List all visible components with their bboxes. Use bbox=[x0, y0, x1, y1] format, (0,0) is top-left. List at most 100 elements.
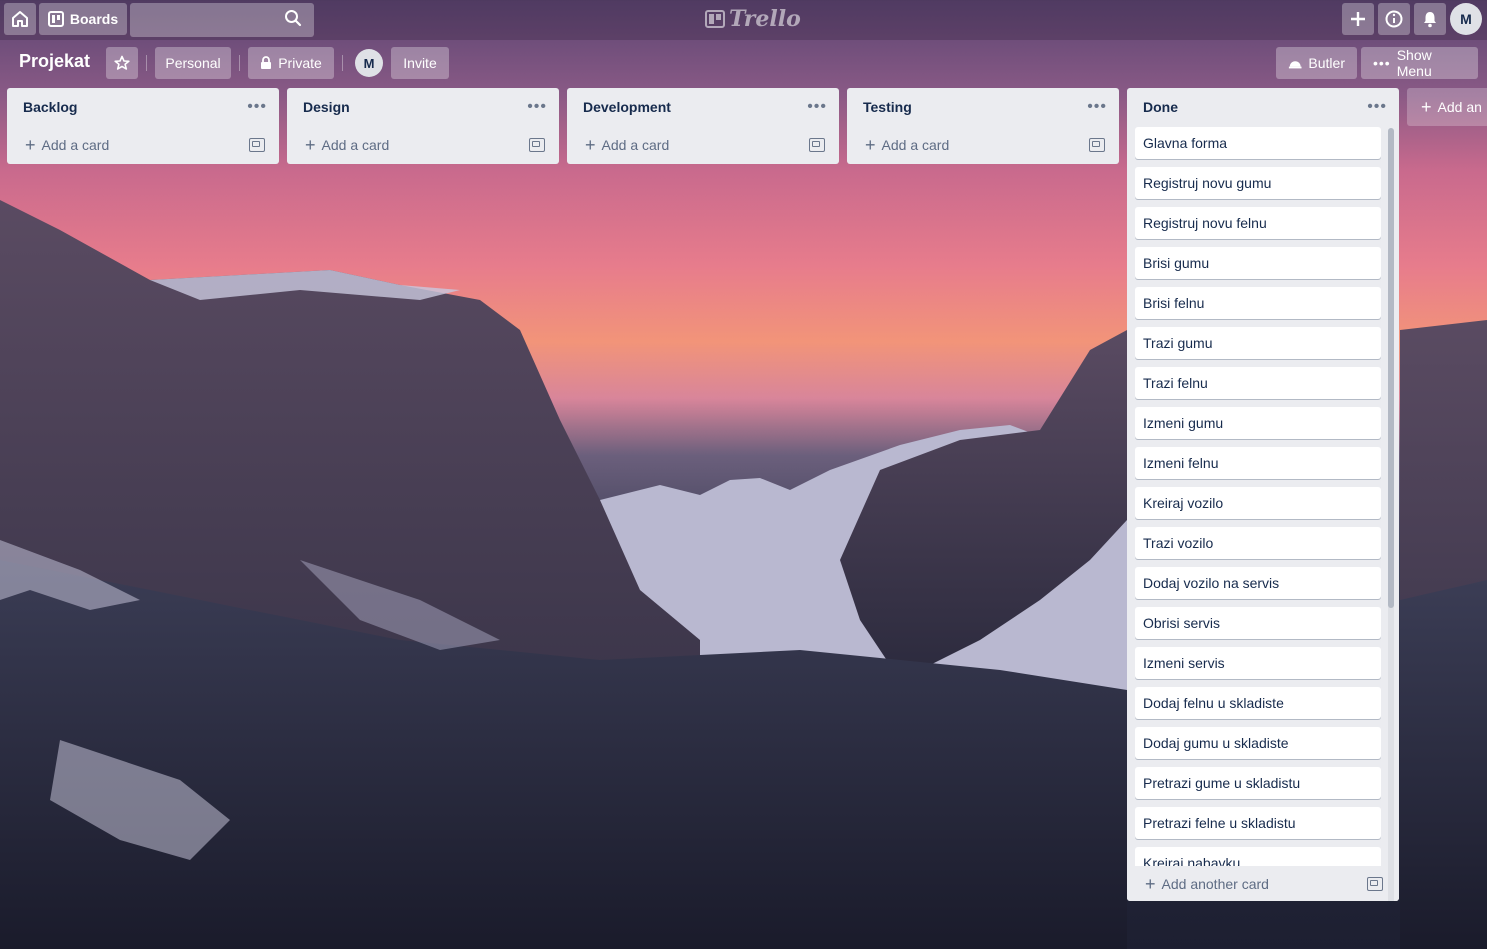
add-card-row: + Add a card bbox=[7, 126, 279, 164]
list-design: Design ••• + Add a card bbox=[287, 88, 559, 164]
create-button[interactable] bbox=[1342, 3, 1374, 35]
card[interactable]: Izmeni gumu bbox=[1135, 407, 1381, 439]
list-menu-icon[interactable]: ••• bbox=[247, 98, 267, 116]
card-template-icon[interactable] bbox=[1089, 138, 1105, 152]
card[interactable]: Registruj novu gumu bbox=[1135, 167, 1381, 199]
card[interactable]: Registruj novu felnu bbox=[1135, 207, 1381, 239]
card[interactable]: Obrisi servis bbox=[1135, 607, 1381, 639]
list-title[interactable]: Done bbox=[1143, 99, 1178, 115]
plus-icon: + bbox=[865, 135, 876, 155]
header-divider bbox=[146, 55, 147, 71]
butler-label: Butler bbox=[1308, 55, 1345, 71]
card-list: Glavna forma Registruj novu gumu Registruj… bbox=[1135, 127, 1381, 866]
boards-button[interactable]: Boards bbox=[39, 3, 127, 35]
card[interactable]: Dodaj felnu u skladiste bbox=[1135, 687, 1381, 719]
add-list-button[interactable]: + Add an bbox=[1407, 88, 1487, 126]
plus-icon: + bbox=[1145, 873, 1156, 894]
list-title[interactable]: Development bbox=[583, 99, 671, 115]
invite-button[interactable]: Invite bbox=[391, 47, 449, 79]
plus-icon: + bbox=[585, 135, 596, 155]
card-template-icon[interactable] bbox=[809, 138, 825, 152]
list-header[interactable]: Backlog ••• bbox=[7, 88, 279, 126]
card[interactable]: Glavna forma bbox=[1135, 127, 1381, 159]
add-another-card-button[interactable]: + Add another card bbox=[1145, 875, 1269, 893]
card[interactable]: Dodaj gumu u skladiste bbox=[1135, 727, 1381, 759]
list-title[interactable]: Design bbox=[303, 99, 350, 115]
list-header[interactable]: Done ••• bbox=[1127, 88, 1399, 126]
card[interactable]: Kreiraj nabavku bbox=[1135, 847, 1381, 866]
add-list-label: Add an bbox=[1437, 99, 1482, 115]
add-another-card-label: Add another card bbox=[1161, 875, 1269, 892]
butler-button[interactable]: Butler bbox=[1276, 47, 1357, 79]
add-card-row: + Add a card bbox=[567, 126, 839, 164]
list-menu-icon[interactable]: ••• bbox=[807, 98, 827, 116]
team-visibility-button[interactable]: Personal bbox=[155, 47, 231, 79]
private-label: Private bbox=[278, 55, 322, 71]
trello-logo[interactable]: Trello bbox=[705, 6, 801, 32]
card[interactable]: Brisi gumu bbox=[1135, 247, 1381, 279]
card[interactable]: Dodaj vozilo na servis bbox=[1135, 567, 1381, 599]
card[interactable]: Izmeni felnu bbox=[1135, 447, 1381, 479]
list-scrollbar-thumb[interactable] bbox=[1388, 128, 1394, 608]
list-menu-icon[interactable]: ••• bbox=[527, 98, 547, 116]
list-header[interactable]: Development ••• bbox=[567, 88, 839, 126]
bell-icon bbox=[1424, 12, 1436, 28]
card[interactable]: Trazi gumu bbox=[1135, 327, 1381, 359]
personal-label: Personal bbox=[165, 55, 221, 71]
add-card-button[interactable]: + Add a card bbox=[305, 136, 389, 154]
boards-label: Boards bbox=[69, 11, 119, 27]
list-done: Done ••• Glavna forma Registruj novu gumu… bbox=[1127, 88, 1399, 901]
search-icon[interactable] bbox=[284, 9, 302, 27]
user-avatar[interactable]: M bbox=[1450, 3, 1482, 35]
card[interactable]: Pretrazi felne u skladistu bbox=[1135, 807, 1381, 839]
star-icon bbox=[114, 55, 130, 70]
list-header[interactable]: Testing ••• bbox=[847, 88, 1119, 126]
card[interactable]: Kreiraj vozilo bbox=[1135, 487, 1381, 519]
list-testing: Testing ••• + Add a card bbox=[847, 88, 1119, 164]
header-divider bbox=[342, 55, 343, 71]
add-card-label: Add a card bbox=[41, 137, 110, 153]
list-menu-icon[interactable]: ••• bbox=[1087, 98, 1107, 116]
card[interactable]: Trazi vozilo bbox=[1135, 527, 1381, 559]
notifications-button[interactable] bbox=[1414, 3, 1446, 35]
privacy-button[interactable]: Private bbox=[248, 47, 334, 79]
trello-logo-text: Trello bbox=[729, 6, 801, 32]
add-card-row: + Add a card bbox=[847, 126, 1119, 164]
add-card-row: + Add a card bbox=[287, 126, 559, 164]
home-button[interactable] bbox=[4, 3, 36, 35]
header-divider bbox=[239, 55, 240, 71]
trello-logo-icon bbox=[705, 10, 725, 28]
add-card-label: Add a card bbox=[881, 137, 950, 153]
plus-icon bbox=[1351, 12, 1365, 26]
info-button[interactable] bbox=[1378, 3, 1410, 35]
card-template-icon[interactable] bbox=[529, 138, 545, 152]
boards-icon bbox=[47, 11, 64, 27]
card[interactable]: Pretrazi gume u skladistu bbox=[1135, 767, 1381, 799]
board-title[interactable]: Projekat bbox=[19, 51, 90, 72]
butler-icon bbox=[1288, 61, 1302, 69]
add-card-row: + Add another card bbox=[1127, 866, 1399, 901]
star-board-button[interactable] bbox=[106, 47, 138, 79]
card[interactable]: Izmeni servis bbox=[1135, 647, 1381, 679]
add-card-label: Add a card bbox=[321, 137, 390, 153]
card-template-icon[interactable] bbox=[1367, 876, 1383, 891]
card-template-icon[interactable] bbox=[249, 138, 265, 152]
add-card-label: Add a card bbox=[601, 137, 670, 153]
home-icon bbox=[12, 11, 28, 27]
list-menu-icon[interactable]: ••• bbox=[1367, 98, 1387, 116]
list-title[interactable]: Testing bbox=[863, 99, 912, 115]
card[interactable]: Brisi felnu bbox=[1135, 287, 1381, 319]
plus-icon: + bbox=[25, 135, 36, 155]
plus-icon: + bbox=[305, 135, 316, 155]
list-development: Development ••• + Add a card bbox=[567, 88, 839, 164]
list-title[interactable]: Backlog bbox=[23, 99, 77, 115]
list-header[interactable]: Design ••• bbox=[287, 88, 559, 126]
show-menu-button[interactable]: ••• Show Menu bbox=[1361, 47, 1478, 79]
card[interactable]: Trazi felnu bbox=[1135, 367, 1381, 399]
invite-label: Invite bbox=[403, 55, 437, 71]
plus-icon: + bbox=[1421, 97, 1432, 117]
add-card-button[interactable]: + Add a card bbox=[585, 136, 669, 154]
add-card-button[interactable]: + Add a card bbox=[25, 136, 109, 154]
add-card-button[interactable]: + Add a card bbox=[865, 136, 949, 154]
board-member-avatar[interactable]: M bbox=[355, 49, 383, 77]
